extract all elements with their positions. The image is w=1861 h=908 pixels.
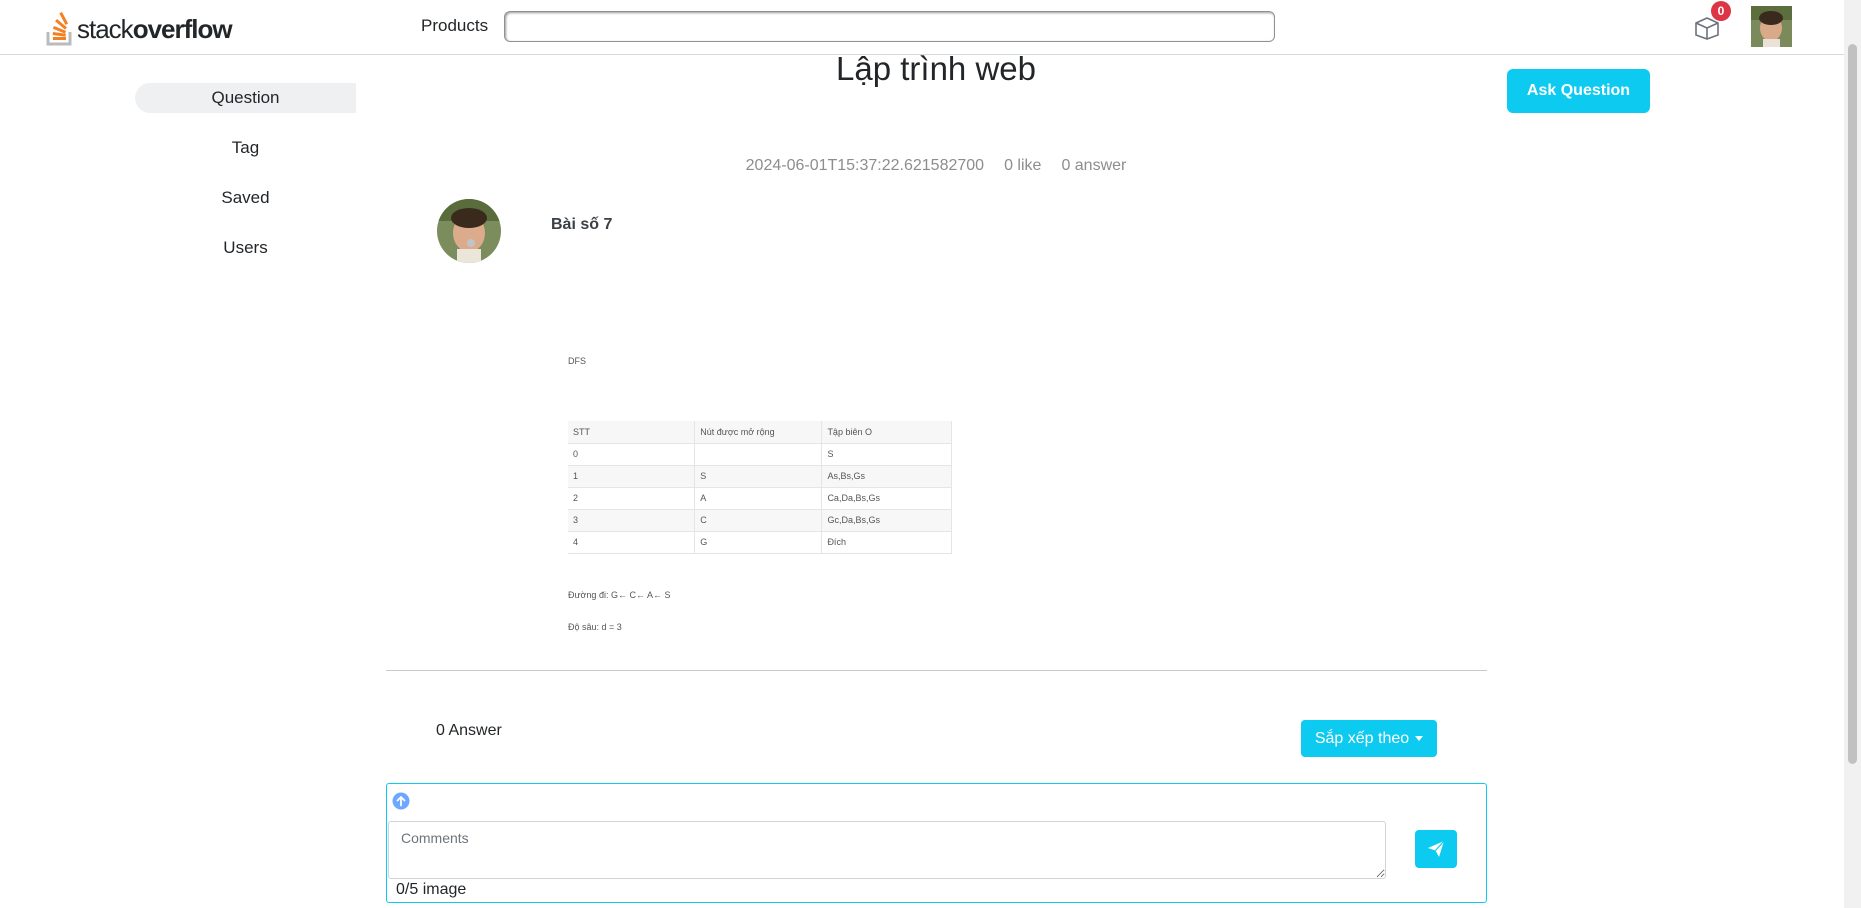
image-count: 0/5 image xyxy=(396,881,467,898)
question-timestamp: 2024-06-01T15:37:22.621582700 xyxy=(745,157,985,174)
send-icon xyxy=(1428,840,1445,857)
table-cell: S xyxy=(821,443,952,466)
products-link[interactable]: Products xyxy=(421,16,488,36)
comment-box: 0/5 image xyxy=(386,783,1487,903)
post-image-table: STT Nút được mở rộng Tập biên O 0 S 1 S … xyxy=(568,421,952,554)
post-heading: Bài số 7 xyxy=(551,216,613,233)
table-cell: Nút được mở rộng xyxy=(694,421,823,444)
top-bar: stackoverflow Products 0 xyxy=(0,0,1844,55)
table-row: 0 S xyxy=(568,443,952,466)
stackoverflow-logo[interactable]: stackoverflow xyxy=(45,6,233,48)
sort-dropdown-button[interactable]: Sắp xếp theo xyxy=(1301,720,1437,757)
sidebar-item-question[interactable]: Question xyxy=(135,83,356,113)
answer-count-meta: 0 answer xyxy=(1061,157,1127,174)
divider xyxy=(386,670,1487,671)
logo-icon xyxy=(46,12,72,46)
table-row: STT Nút được mở rộng Tập biên O xyxy=(568,421,952,444)
sidebar: Question Tag Saved Users xyxy=(135,83,356,283)
table-cell: Ca,Da,Bs,Gs xyxy=(821,487,952,510)
send-button[interactable] xyxy=(1415,830,1457,868)
table-cell: Tập biên O xyxy=(821,421,952,444)
post-image-path: Đường đi: G← C← A← S xyxy=(568,590,671,600)
sort-label: Sắp xếp theo xyxy=(1314,729,1410,747)
sidebar-item-tag[interactable]: Tag xyxy=(135,133,356,163)
inbox-badge: 0 xyxy=(1711,1,1731,21)
sidebar-item-users[interactable]: Users xyxy=(135,233,356,263)
post-image: DFS STT Nút được mở rộng Tập biên O 0 S … xyxy=(566,350,952,640)
table-cell: Gc,Da,Bs,Gs xyxy=(821,509,952,532)
logo-text: stackoverflow xyxy=(77,13,233,44)
author-avatar[interactable] xyxy=(437,199,501,263)
table-cell: 0 xyxy=(568,443,696,466)
table-cell xyxy=(694,443,823,466)
upload-icon[interactable] xyxy=(392,792,410,810)
caret-down-icon xyxy=(1415,736,1424,741)
post-image-depth: Độ sâu: d = 3 xyxy=(568,622,622,632)
question-meta: 2024-06-01T15:37:22.621582700 0 like 0 a… xyxy=(386,157,1486,175)
table-row: 2 A Ca,Da,Bs,Gs xyxy=(568,487,952,510)
like-count: 0 like xyxy=(1004,157,1042,174)
table-row: 1 S As,Bs,Gs xyxy=(568,465,952,488)
table-row: 3 C Gc,Da,Bs,Gs xyxy=(568,509,952,532)
table-cell: 2 xyxy=(568,487,696,510)
table-cell: 3 xyxy=(568,509,696,532)
table-cell: 1 xyxy=(568,465,696,488)
scrollbar[interactable] xyxy=(1844,0,1861,908)
sidebar-item-saved[interactable]: Saved xyxy=(135,183,356,213)
table-cell: G xyxy=(694,531,823,554)
comment-input[interactable] xyxy=(388,821,1386,879)
table-cell: C xyxy=(694,509,823,532)
search-input[interactable] xyxy=(504,11,1275,42)
question-title: Lập trình web xyxy=(836,50,1036,87)
table-cell: 4 xyxy=(568,531,696,554)
table-cell: As,Bs,Gs xyxy=(821,465,952,488)
table-cell: A xyxy=(694,487,823,510)
table-cell: S xyxy=(694,465,823,488)
answer-count: 0 Answer xyxy=(436,722,502,739)
user-avatar[interactable] xyxy=(1751,6,1792,47)
table-cell: Đích xyxy=(821,531,952,554)
table-row: 4 G Đích xyxy=(568,531,952,554)
ask-question-button[interactable]: Ask Question xyxy=(1507,69,1650,113)
post-image-label: DFS xyxy=(568,356,586,366)
table-cell: STT xyxy=(568,421,696,444)
scrollbar-thumb[interactable] xyxy=(1848,44,1857,764)
